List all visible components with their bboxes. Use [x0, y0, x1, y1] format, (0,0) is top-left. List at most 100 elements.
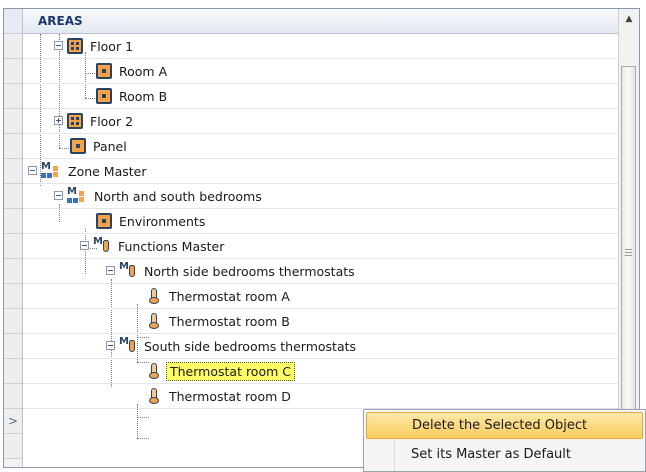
selector-header-cell: [4, 9, 22, 34]
thermostat-icon: [148, 363, 162, 379]
row-selector[interactable]: [4, 134, 22, 159]
row-selector[interactable]: [4, 309, 22, 334]
tree-line: [137, 438, 149, 439]
node-label: Floor 1: [90, 38, 134, 54]
tree-row[interactable]: Thermostat room A: [23, 284, 619, 309]
collapse-toggle-icon[interactable]: [54, 41, 63, 50]
collapse-toggle-icon[interactable]: [106, 341, 115, 350]
tree-row[interactable]: M North side bedrooms thermostats: [23, 259, 619, 284]
floor-icon: [67, 38, 83, 54]
zone-master-icon: M: [41, 161, 61, 179]
panel-icon: [70, 138, 86, 154]
row-selector[interactable]: [4, 234, 22, 259]
tree-node-thermostat-room-b[interactable]: Thermostat room B: [148, 312, 293, 330]
node-label: Floor 2: [90, 113, 134, 129]
tree-node-south-side-thermostats[interactable]: M South side bedrooms thermostats: [119, 336, 359, 355]
tree-row[interactable]: Environments: [23, 209, 619, 234]
row-selector-column: >: [4, 9, 23, 467]
expand-toggle-icon[interactable]: [54, 116, 63, 125]
tree-node-zone-master[interactable]: M Zone Master: [41, 161, 150, 180]
row-selector[interactable]: [4, 34, 22, 59]
column-header-areas[interactable]: AREAS: [23, 9, 619, 34]
column-header-label: AREAS: [38, 14, 83, 28]
row-selector[interactable]: [4, 284, 22, 309]
tree-node-thermostat-room-c[interactable]: Thermostat room C: [148, 361, 295, 381]
floor-icon: [67, 113, 83, 129]
node-label: North and south bedrooms: [94, 188, 262, 204]
row-selector[interactable]: [4, 384, 22, 409]
row-selector[interactable]: [4, 209, 22, 234]
vertical-scrollbar[interactable]: ▲: [618, 9, 639, 467]
node-label: South side bedrooms thermostats: [144, 338, 357, 354]
tree-node-environments[interactable]: Environments: [96, 212, 208, 230]
node-label: Thermostat room A: [169, 288, 290, 304]
collapse-toggle-icon[interactable]: [54, 191, 63, 200]
tree-row-selected[interactable]: Thermostat room C: [23, 359, 619, 384]
areas-tree-panel: > AREAS Floor 1 Room A Room B Floor 2 Pa…: [3, 8, 640, 468]
node-label-selected: Thermostat room C: [166, 361, 295, 381]
tree-node-panel[interactable]: Panel: [70, 137, 130, 155]
row-selector-current[interactable]: >: [4, 409, 22, 434]
row-selector[interactable]: [4, 109, 22, 134]
row-selector[interactable]: [4, 84, 22, 109]
functions-master-icon: M: [119, 261, 137, 279]
tree-row[interactable]: Floor 1: [23, 34, 619, 59]
menu-item-label: Delete the Selected Object: [412, 418, 588, 433]
zone-master-icon: M: [67, 186, 87, 204]
tree-row[interactable]: M Zone Master: [23, 159, 619, 184]
menu-item-set-master-as-default[interactable]: Set its Master as Default: [366, 442, 643, 469]
node-label: Zone Master: [68, 163, 147, 179]
row-selector[interactable]: [4, 334, 22, 359]
tree-node-thermostat-room-d[interactable]: Thermostat room D: [148, 387, 294, 405]
tree-node-floor-2[interactable]: Floor 2: [67, 112, 136, 130]
tree-node-room-b[interactable]: Room B: [96, 87, 170, 105]
tree-row[interactable]: Floor 2: [23, 109, 619, 134]
tree-node-functions-master[interactable]: M Functions Master: [93, 236, 227, 255]
collapse-toggle-icon[interactable]: [106, 266, 115, 275]
node-label: Environments: [119, 213, 206, 229]
tree-node-room-a[interactable]: Room A: [96, 62, 170, 80]
functions-master-icon: M: [93, 236, 111, 254]
room-icon: [96, 63, 112, 79]
scrollbar-thumb[interactable]: [621, 66, 636, 451]
thermostat-icon: [148, 388, 162, 404]
thermostat-icon: [148, 288, 162, 304]
tree-row[interactable]: Thermostat room B: [23, 309, 619, 334]
tree-row[interactable]: Room A: [23, 59, 619, 84]
menu-item-delete-selected-object[interactable]: Delete the Selected Object: [366, 412, 643, 439]
collapse-toggle-icon[interactable]: [80, 241, 89, 250]
node-label: Room A: [119, 63, 168, 79]
tree-row[interactable]: M South side bedrooms thermostats: [23, 334, 619, 359]
node-label: Functions Master: [118, 238, 225, 254]
scroll-up-arrow-icon[interactable]: ▲: [619, 9, 639, 29]
row-selector[interactable]: [4, 184, 22, 209]
row-selector[interactable]: [4, 159, 22, 184]
tree-row[interactable]: Room B: [23, 84, 619, 109]
tree-node-floor-1[interactable]: Floor 1: [67, 37, 136, 55]
row-selector[interactable]: [4, 359, 22, 384]
node-label: Thermostat room D: [169, 388, 291, 404]
row-selector[interactable]: [4, 59, 22, 84]
node-label: Panel: [93, 138, 127, 154]
tree-node-north-and-south-bedrooms[interactable]: M North and south bedrooms: [67, 186, 265, 205]
tree-row[interactable]: M North and south bedrooms: [23, 184, 619, 209]
menu-item-label: Set its Master as Default: [411, 447, 571, 462]
room-icon: [96, 88, 112, 104]
tree-row[interactable]: Thermostat room D: [23, 384, 619, 409]
node-label: Thermostat room B: [169, 313, 290, 329]
tree-node-thermostat-room-a[interactable]: Thermostat room A: [148, 287, 293, 305]
node-label: Room B: [119, 88, 168, 104]
tree-line: [137, 417, 149, 418]
tree-row[interactable]: M Functions Master: [23, 234, 619, 259]
tree-row[interactable]: Panel: [23, 134, 619, 159]
functions-master-icon: M: [119, 336, 137, 354]
collapse-toggle-icon[interactable]: [28, 166, 37, 175]
current-row-arrow-icon: >: [8, 414, 19, 428]
context-menu: Delete the Selected Object Set its Maste…: [363, 409, 646, 472]
node-label: North side bedrooms thermostats: [144, 263, 355, 279]
row-selector[interactable]: [4, 259, 22, 284]
scrollbar-grip-icon: [625, 249, 632, 257]
row-selector[interactable]: [4, 434, 22, 459]
thermostat-icon: [148, 313, 162, 329]
tree-node-north-side-thermostats[interactable]: M North side bedrooms thermostats: [119, 261, 358, 280]
